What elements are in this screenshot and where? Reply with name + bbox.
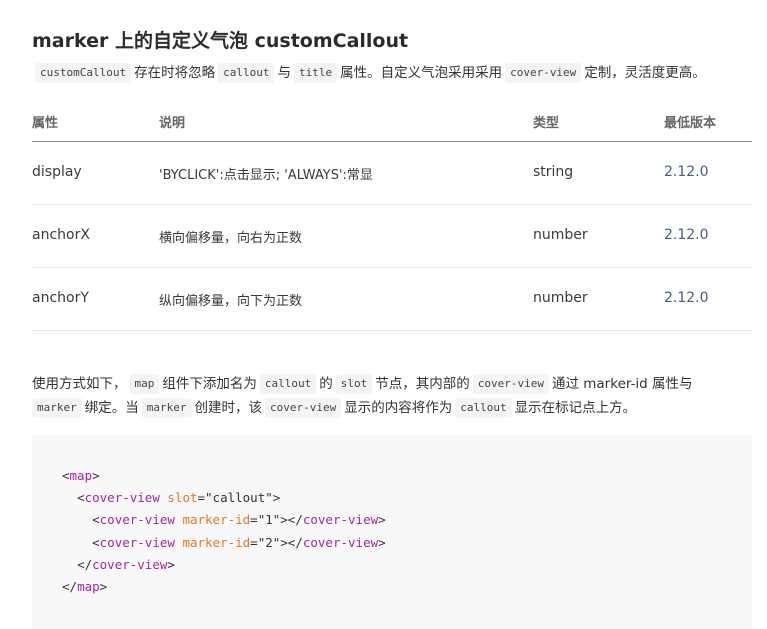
- usage-text: 的: [319, 376, 333, 392]
- inline-code: slot: [335, 374, 373, 394]
- property-name: display: [32, 164, 82, 180]
- property-description: 'BYCLICK':点击显示; 'ALWAYS':常显: [159, 168, 373, 183]
- property-name: anchorY: [32, 290, 89, 306]
- usage-text: 显示在标记点上方。: [514, 400, 637, 416]
- inline-code: title: [293, 63, 338, 83]
- header-property: 属性: [32, 116, 59, 131]
- table-row: anchorY 纵向偏移量，向下为正数 number 2.12.0: [32, 268, 752, 331]
- table-header: 属性 说明 类型 最低版本: [32, 98, 752, 142]
- usage-text: 通过 marker-id 属性与: [551, 376, 693, 392]
- usage-line: marker 绑定。当 marker 创建时，该 cover-view 显示的内容将作为 c…: [32, 396, 752, 420]
- table-row: anchorX 横向偏移量，向右为正数 number 2.12.0: [32, 205, 752, 268]
- inline-code: callout: [259, 374, 317, 394]
- desc-text: 与: [277, 65, 291, 81]
- usage-paragraph: 使用方式如下， map 组件下添加名为 callout 的 slot 节点，其内部的 cove…: [32, 372, 752, 420]
- desc-text: 属性。自定义气泡采用采用: [340, 65, 503, 81]
- property-type: number: [533, 227, 588, 243]
- usage-text: 使用方式如下，: [32, 376, 127, 392]
- code-listing: <map> <cover-view slot="callout"> <cover…: [62, 468, 386, 595]
- usage-text: 绑定。当: [84, 400, 139, 416]
- inline-code: map: [129, 374, 160, 394]
- inline-code: marker: [32, 398, 82, 418]
- property-name: anchorX: [32, 227, 90, 243]
- property-description: 横向偏移量，向右为正数: [159, 231, 303, 246]
- inline-code: cover-view: [472, 374, 549, 394]
- usage-line: 使用方式如下， map 组件下添加名为 callout 的 slot 节点，其内部的 cove…: [32, 372, 752, 396]
- section-title: marker 上的自定义气泡 customCallout: [32, 30, 409, 52]
- usage-text: 组件下添加名为: [162, 376, 257, 392]
- property-version: 2.12.0: [664, 290, 709, 306]
- description: customCallout 存在时将忽略 callout 与 title 属性。自定义气泡…: [32, 60, 752, 86]
- header-min-version: 最低版本: [664, 116, 717, 131]
- desc-text: 存在时将忽略: [134, 65, 216, 81]
- property-type: string: [533, 164, 574, 180]
- inline-code: callout: [218, 63, 275, 83]
- inline-code: cover-view: [505, 63, 582, 83]
- desc-text: 定制，灵活度更高。: [584, 65, 706, 81]
- usage-text: 显示的内容将作为: [344, 400, 453, 416]
- usage-text: 节点，其内部的: [375, 376, 470, 392]
- table-row: display 'BYCLICK':点击显示; 'ALWAYS':常显 stri…: [32, 142, 752, 205]
- inline-code: marker: [141, 398, 192, 418]
- inline-code: customCallout: [35, 63, 132, 83]
- header-description: 说明: [159, 116, 186, 131]
- header-type: 类型: [533, 116, 560, 131]
- properties-table: 属性 说明 类型 最低版本 display 'BYCLICK':点击显示; 'A…: [32, 98, 752, 331]
- property-version: 2.12.0: [664, 164, 709, 180]
- property-type: number: [533, 290, 588, 306]
- usage-text: 创建时，该: [194, 400, 263, 416]
- inline-code: cover-view: [265, 398, 342, 418]
- property-description: 纵向偏移量，向下为正数: [159, 294, 303, 309]
- inline-code: callout: [455, 398, 512, 418]
- property-version: 2.12.0: [664, 227, 709, 243]
- code-block: <map> <cover-view slot="callout"> <cover…: [32, 435, 752, 629]
